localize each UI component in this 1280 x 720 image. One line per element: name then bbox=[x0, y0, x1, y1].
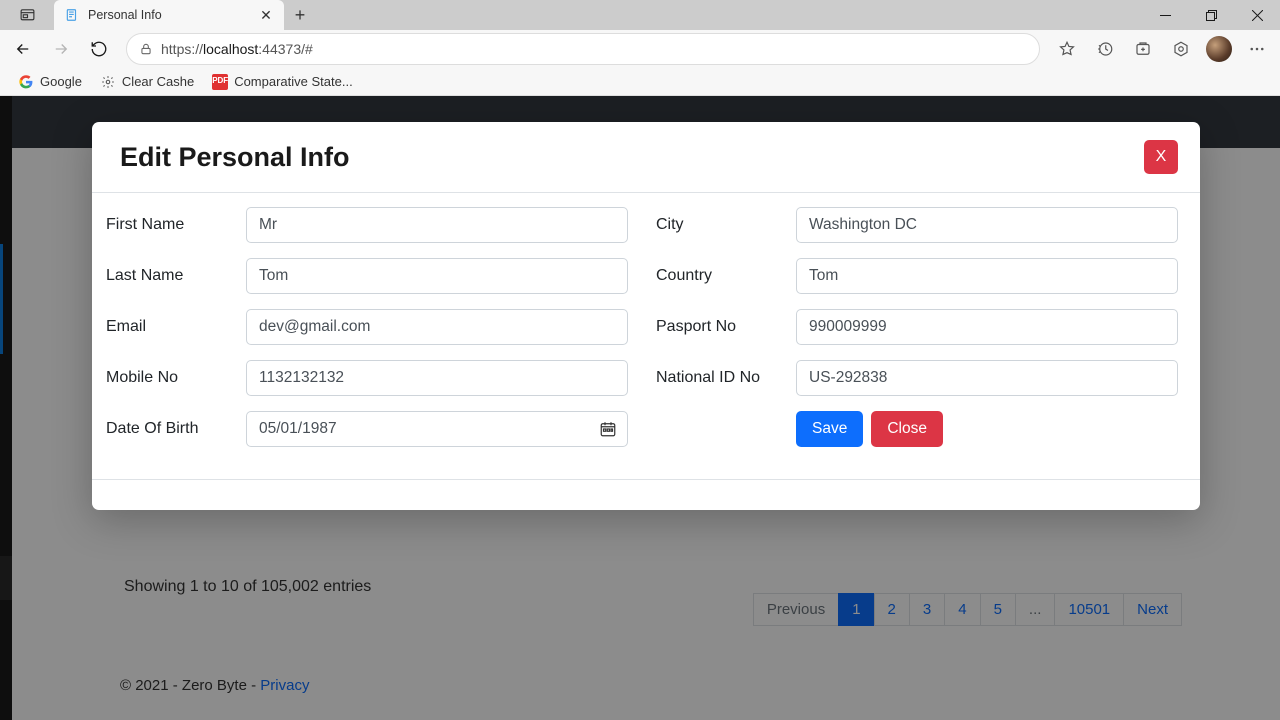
bookmark-clear-cache[interactable]: Clear Cashe bbox=[100, 74, 194, 90]
bookmark-label: Comparative State... bbox=[234, 74, 353, 89]
tab-close-icon[interactable]: ✕ bbox=[258, 7, 274, 24]
label-first-name: First Name bbox=[106, 216, 246, 234]
nav-back-button[interactable] bbox=[6, 33, 40, 65]
last-name-input[interactable]: Tom bbox=[246, 258, 628, 294]
first-name-input[interactable]: Mr bbox=[246, 207, 628, 243]
extensions-icon[interactable] bbox=[1164, 33, 1198, 65]
google-icon bbox=[18, 74, 34, 90]
label-mobile: Mobile No bbox=[106, 369, 246, 387]
calendar-icon[interactable] bbox=[599, 420, 617, 438]
tab-favicon-icon bbox=[64, 7, 80, 23]
bookmark-label: Clear Cashe bbox=[122, 74, 194, 89]
nav-forward-button[interactable] bbox=[44, 33, 78, 65]
modal-close-x-button[interactable]: X bbox=[1144, 140, 1178, 174]
window-minimize-button[interactable] bbox=[1142, 0, 1188, 30]
bookmarks-bar: Google Clear Cashe PDF Comparative State… bbox=[0, 68, 1280, 96]
favorites-icon[interactable] bbox=[1050, 33, 1084, 65]
browser-toolbar: https://localhost:44373/# bbox=[0, 30, 1280, 68]
mobile-input[interactable]: 1132132132 bbox=[246, 360, 628, 396]
nav-refresh-button[interactable] bbox=[82, 33, 116, 65]
more-menu-icon[interactable] bbox=[1240, 33, 1274, 65]
browser-tab[interactable]: Personal Info ✕ bbox=[54, 0, 284, 30]
lock-icon bbox=[139, 42, 153, 56]
address-bar[interactable]: https://localhost:44373/# bbox=[126, 33, 1040, 65]
label-last-name: Last Name bbox=[106, 267, 246, 285]
label-city: City bbox=[656, 216, 796, 234]
bookmark-comparative-state[interactable]: PDF Comparative State... bbox=[212, 74, 353, 90]
close-button[interactable]: Close bbox=[871, 411, 943, 447]
bookmark-google[interactable]: Google bbox=[18, 74, 82, 90]
form-left-column: First Name Mr Last Name Tom Email dev@gm… bbox=[106, 207, 628, 447]
passport-input[interactable]: 990009999 bbox=[796, 309, 1178, 345]
save-button[interactable]: Save bbox=[796, 411, 863, 447]
label-country: Country bbox=[656, 267, 796, 285]
tab-title: Personal Info bbox=[88, 8, 258, 22]
form-right-column: City Washington DC Country Tom Pasport N… bbox=[656, 207, 1178, 447]
gear-icon bbox=[100, 74, 116, 90]
history-icon[interactable] bbox=[1088, 33, 1122, 65]
edit-personal-info-modal: Edit Personal Info X First Name Mr Last … bbox=[92, 122, 1200, 510]
modal-backdrop[interactable]: Edit Personal Info X First Name Mr Last … bbox=[0, 96, 1280, 720]
url-text: https://localhost:44373/# bbox=[161, 41, 1019, 57]
modal-body: First Name Mr Last Name Tom Email dev@gm… bbox=[92, 193, 1200, 480]
label-email: Email bbox=[106, 318, 246, 336]
pdf-icon: PDF bbox=[212, 74, 228, 90]
country-input[interactable]: Tom bbox=[796, 258, 1178, 294]
city-input[interactable]: Washington DC bbox=[796, 207, 1178, 243]
browser-titlebar: Personal Info ✕ + bbox=[0, 0, 1280, 30]
label-dob: Date Of Birth bbox=[106, 420, 246, 438]
label-national-id: National ID No bbox=[656, 369, 796, 387]
tab-actions-icon[interactable] bbox=[0, 0, 54, 30]
profile-avatar[interactable] bbox=[1206, 36, 1232, 62]
modal-header: Edit Personal Info X bbox=[92, 122, 1200, 193]
national-id-input[interactable]: US-292838 bbox=[796, 360, 1178, 396]
label-passport: Pasport No bbox=[656, 318, 796, 336]
email-input[interactable]: dev@gmail.com bbox=[246, 309, 628, 345]
window-maximize-button[interactable] bbox=[1188, 0, 1234, 30]
dob-input[interactable]: 05/01/1987 bbox=[246, 411, 628, 447]
modal-title: Edit Personal Info bbox=[120, 142, 350, 173]
page-viewport: Showing 1 to 10 of 105,002 entries Previ… bbox=[0, 96, 1280, 720]
bookmark-label: Google bbox=[40, 74, 82, 89]
window-close-button[interactable] bbox=[1234, 0, 1280, 30]
dob-value: 05/01/1987 bbox=[259, 420, 337, 438]
new-tab-button[interactable]: + bbox=[284, 0, 316, 30]
collections-icon[interactable] bbox=[1126, 33, 1160, 65]
